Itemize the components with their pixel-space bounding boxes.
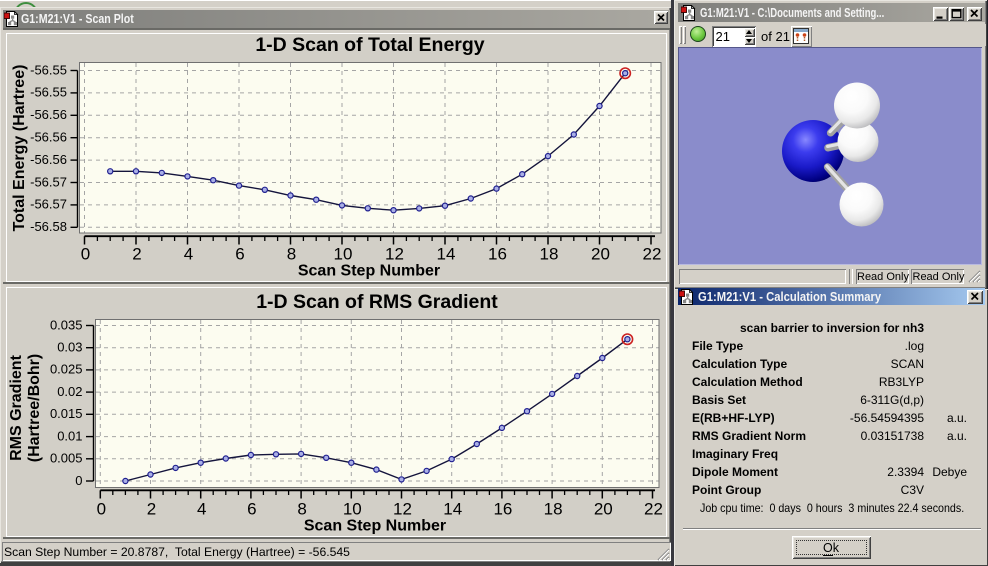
svg-text:14: 14 [443, 500, 462, 519]
svg-text:22: 22 [644, 500, 663, 519]
svg-text:18: 18 [540, 245, 559, 264]
svg-text:0.035: 0.035 [50, 317, 83, 332]
svg-text:Total Energy (Hartree): Total Energy (Hartree) [11, 65, 28, 232]
svg-text:-56.57: -56.57 [30, 197, 67, 212]
svg-text:1-D Scan of RMS Gradient: 1-D Scan of RMS Gradient [256, 291, 498, 313]
svg-text:1-D Scan of Total Energy: 1-D Scan of Total Energy [255, 34, 484, 56]
svg-text:0.005: 0.005 [50, 451, 83, 466]
svg-text:8: 8 [287, 245, 296, 264]
svg-text:Scan Step Number: Scan Step Number [304, 518, 446, 535]
svg-text:-56.56: -56.56 [30, 107, 67, 122]
svg-text:-56.55: -56.55 [30, 62, 67, 77]
svg-text:20: 20 [591, 245, 610, 264]
svg-text:-56.56: -56.56 [30, 130, 67, 145]
svg-text:8: 8 [297, 500, 306, 519]
svg-text:12: 12 [385, 245, 404, 264]
svg-text:-56.55: -56.55 [30, 85, 67, 100]
svg-text:-56.58: -56.58 [30, 219, 67, 234]
svg-text:16: 16 [488, 245, 507, 264]
svg-text:2: 2 [132, 245, 141, 264]
svg-text:-56.56: -56.56 [30, 152, 67, 167]
svg-text:0: 0 [97, 500, 106, 519]
svg-text:10: 10 [334, 245, 353, 264]
svg-text:4: 4 [184, 245, 193, 264]
svg-text:Scan Step Number: Scan Step Number [298, 263, 440, 280]
svg-text:16: 16 [493, 500, 512, 519]
svg-text:14: 14 [437, 245, 456, 264]
svg-text:20: 20 [594, 500, 613, 519]
svg-text:-56.57: -56.57 [30, 174, 67, 189]
svg-text:4: 4 [197, 500, 206, 519]
svg-text:18: 18 [544, 500, 563, 519]
svg-text:12: 12 [393, 500, 412, 519]
svg-text:10: 10 [343, 500, 362, 519]
svg-text:22: 22 [643, 245, 662, 264]
svg-text:6: 6 [235, 245, 244, 264]
svg-text:2: 2 [147, 500, 156, 519]
svg-text:6: 6 [247, 500, 256, 519]
svg-text:0: 0 [81, 245, 90, 264]
